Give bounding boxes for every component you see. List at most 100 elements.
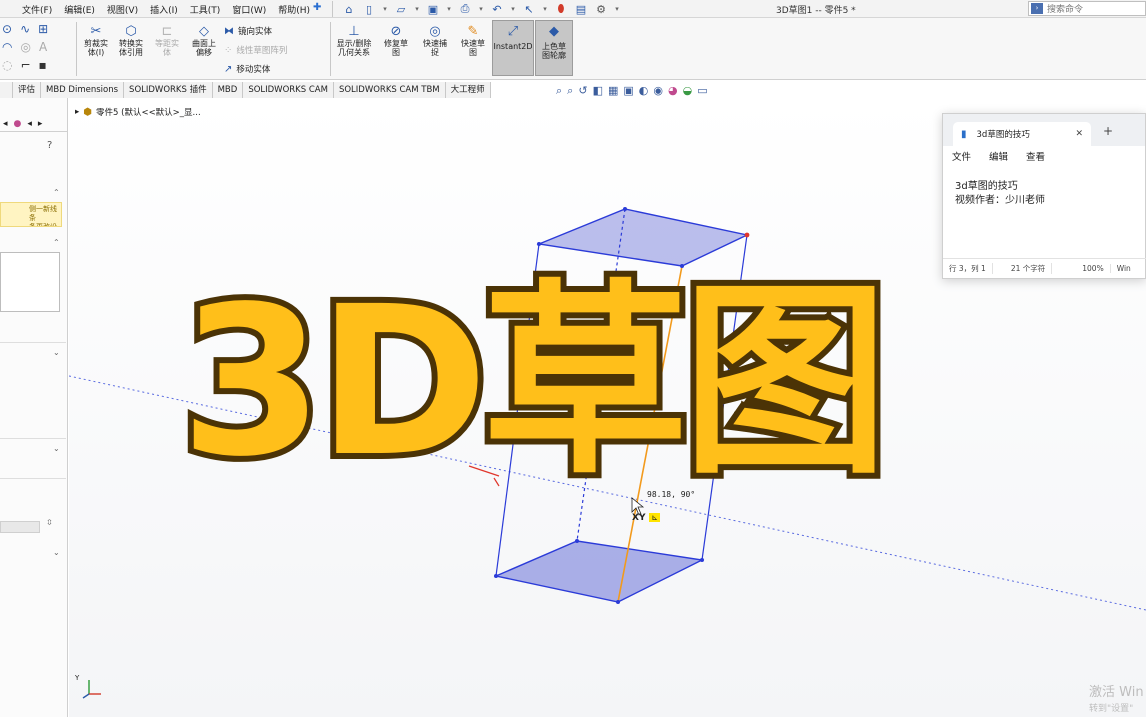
tab-mbd-dimensions[interactable]: MBD Dimensions: [41, 82, 125, 98]
tab-evaluate[interactable]: 评估: [13, 82, 42, 98]
chevron-right-icon[interactable]: ▸: [38, 119, 43, 129]
search-input[interactable]: 搜索命令: [1047, 2, 1083, 15]
shaded-sketch-contours-button[interactable]: ◆ 上色草 图轮廓: [535, 20, 573, 76]
circle-icon[interactable]: ⊙: [2, 22, 12, 40]
menu-tools[interactable]: 工具(T): [190, 3, 221, 16]
fillet-icon[interactable]: ⌐: [20, 58, 30, 76]
new-tab-icon[interactable]: +: [1103, 124, 1113, 138]
display-style-icon[interactable]: ◐: [639, 84, 649, 98]
offset-on-surface-button[interactable]: ◇ 曲面上 偏移: [186, 24, 222, 57]
hide-show-icon[interactable]: ◉: [653, 84, 663, 98]
offset-entities-button[interactable]: ⊏ 等距实 体: [150, 24, 184, 57]
notepad-menu-file[interactable]: 文件: [952, 149, 971, 163]
vertex-point[interactable]: [700, 558, 704, 562]
vertex-point[interactable]: [494, 574, 498, 578]
chevron-down-icon[interactable]: ▾: [414, 5, 420, 13]
menu-view[interactable]: 视图(V): [107, 3, 138, 16]
gear-icon[interactable]: ⚙: [594, 3, 608, 16]
linear-pattern-button[interactable]: ⁘ 线性草图阵列: [224, 44, 287, 57]
instant2d-button[interactable]: ⤢ Instant2D: [492, 20, 534, 76]
notepad-text-area[interactable]: 3d草图的技巧 视频作者：少川老师: [943, 166, 1145, 256]
edit-appearance-icon[interactable]: ◕: [668, 84, 678, 98]
help-icon[interactable]: ?: [47, 140, 52, 151]
appearance-icon[interactable]: ●: [14, 119, 22, 129]
vertex-point[interactable]: [537, 242, 541, 246]
notepad-window[interactable]: ▮ 3d草图的技巧 ✕ + 文件 编辑 查看 3d草图的技巧 视频作者：少川老师…: [942, 113, 1146, 279]
trim-entities-button[interactable]: ✂ 剪裁实 体(I): [80, 24, 112, 57]
notepad-menu-edit[interactable]: 编辑: [989, 149, 1008, 163]
display-relations-button[interactable]: ⊥ 显示/删除 几何关系: [332, 24, 376, 57]
undo-icon[interactable]: ↶: [490, 3, 504, 16]
select-cursor-icon[interactable]: ↖: [522, 3, 536, 16]
tab-hidden-first[interactable]: [0, 82, 13, 98]
vertex-point[interactable]: [623, 207, 627, 211]
bottom-face[interactable]: [493, 540, 705, 603]
notepad-menu-view[interactable]: 查看: [1026, 149, 1045, 163]
chevron-left-icon[interactable]: ◂: [3, 119, 8, 129]
collapse-caret-icon[interactable]: ⌄: [53, 348, 60, 357]
new-document-icon[interactable]: ▯: [362, 3, 376, 16]
chevron-left-icon[interactable]: ◂: [27, 119, 32, 129]
point-icon[interactable]: ◌: [2, 58, 12, 76]
rebuild-icon[interactable]: ⬮: [554, 2, 568, 16]
chevron-down-icon[interactable]: ▾: [510, 5, 516, 13]
tab-solidworks-addins[interactable]: SOLIDWORKS 插件: [124, 82, 213, 98]
collapse-caret-icon[interactable]: ⌃: [53, 238, 60, 247]
menu-file[interactable]: 文件(F): [22, 3, 52, 16]
dynamic-annotation-icon[interactable]: ▦: [608, 84, 618, 98]
spin-stepper-icon[interactable]: ⇳: [46, 518, 53, 527]
mirror-entities-button[interactable]: ⧓ 镜向实体: [224, 25, 272, 38]
vertex-point[interactable]: [575, 539, 579, 543]
collapse-caret-icon[interactable]: ⌄: [53, 548, 60, 557]
zoom-to-fit-icon[interactable]: ⌕: [556, 84, 562, 98]
chevron-down-icon[interactable]: ▾: [614, 5, 620, 13]
quick-snaps-button[interactable]: ◎ 快速捕 捉: [418, 24, 452, 57]
menu-edit[interactable]: 编辑(E): [64, 3, 95, 16]
tab-solidworks-cam[interactable]: SOLIDWORKS CAM: [243, 82, 334, 98]
view-orientation-icon[interactable]: ▣: [623, 84, 633, 98]
tab-solidworks-cam-tbm[interactable]: SOLIDWORKS CAM TBM: [333, 82, 446, 98]
menu-insert[interactable]: 插入(I): [150, 3, 178, 16]
repair-sketch-button[interactable]: ⊘ 修复草 图: [378, 24, 414, 57]
spline-icon[interactable]: ∿: [20, 22, 30, 40]
file-properties-icon[interactable]: ▤: [574, 3, 588, 16]
zoom-area-icon[interactable]: ⌕: [567, 84, 573, 98]
menu-window[interactable]: 窗口(W): [232, 3, 266, 16]
chevron-down-icon[interactable]: ▾: [446, 5, 452, 13]
notepad-tab-title: 3d草图的技巧: [976, 130, 1030, 140]
chevron-down-icon[interactable]: ▾: [542, 5, 548, 13]
pin-icon[interactable]: ✚: [313, 2, 321, 13]
convert-entities-button[interactable]: ⬡ 转换实 体引用: [114, 24, 148, 57]
dot-icon[interactable]: ▪: [39, 58, 47, 76]
selection-list-box[interactable]: [0, 252, 60, 312]
scene-icon[interactable]: ◒: [683, 84, 693, 98]
text-icon[interactable]: A: [39, 40, 47, 58]
notepad-menu: 文件 编辑 查看: [943, 146, 1145, 166]
rapid-sketch-button[interactable]: ✎ 快速草 图: [456, 24, 490, 57]
move-icon: ↗: [224, 63, 233, 75]
arc-icon[interactable]: ◠: [2, 40, 12, 58]
save-icon[interactable]: ▣: [426, 3, 440, 16]
move-entities-button[interactable]: ↗ 移动实体: [224, 63, 270, 76]
tab-engineer[interactable]: 大工程师: [445, 82, 491, 98]
view-settings-icon[interactable]: ▭: [697, 84, 707, 98]
collapse-caret-icon[interactable]: ⌄: [53, 444, 60, 453]
chevron-down-icon[interactable]: ▾: [382, 5, 388, 13]
print-icon[interactable]: ⎙: [458, 2, 472, 16]
chevron-down-icon[interactable]: ▾: [478, 5, 484, 13]
menu-help[interactable]: 帮助(H): [278, 3, 310, 16]
vertex-point[interactable]: [616, 600, 620, 604]
grid-icon[interactable]: ⊞: [38, 22, 48, 40]
section-view-icon[interactable]: ◧: [593, 84, 603, 98]
numeric-input-field[interactable]: [0, 521, 40, 533]
home-icon[interactable]: ⌂: [342, 3, 356, 16]
tab-mbd[interactable]: MBD: [212, 82, 244, 98]
close-icon[interactable]: ✕: [1075, 129, 1083, 139]
endpoint-marker[interactable]: [744, 232, 750, 238]
previous-view-icon[interactable]: ↺: [578, 84, 587, 98]
search-commands[interactable]: › 搜索命令: [1028, 1, 1146, 16]
open-folder-icon[interactable]: ▱: [394, 3, 408, 16]
collapse-caret-icon[interactable]: ⌃: [53, 188, 60, 197]
ellipse-icon[interactable]: ◎: [20, 40, 30, 58]
notepad-tab[interactable]: ▮ 3d草图的技巧 ✕: [953, 122, 1091, 146]
